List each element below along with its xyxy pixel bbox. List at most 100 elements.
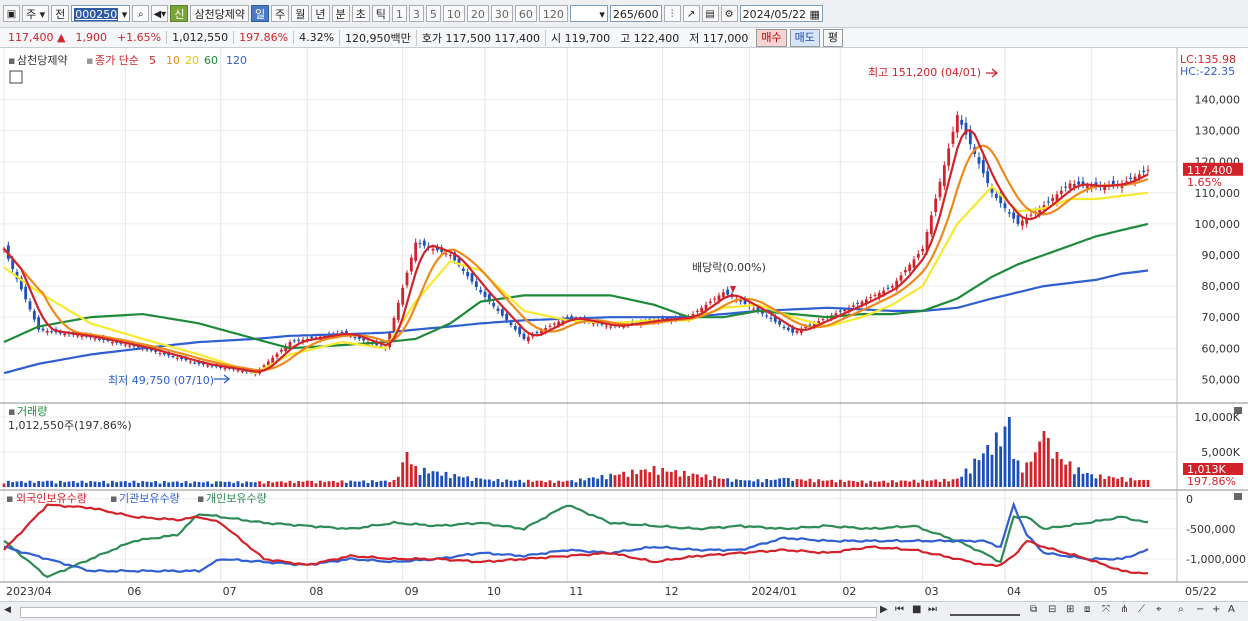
volume-bar [366, 483, 370, 487]
tab-month[interactable]: 월 [291, 5, 310, 22]
volume-bar [323, 482, 327, 487]
volume-bar [275, 481, 279, 487]
minute-option-60[interactable]: 60 [514, 5, 537, 22]
minute-option-10[interactable]: 10 [442, 5, 465, 22]
volume-bar [353, 481, 357, 487]
save-icon[interactable]: ▤ [701, 5, 719, 22]
ruler-icon[interactable]: ⟋ [1138, 604, 1145, 615]
candle-body [513, 326, 517, 330]
candle-body [50, 331, 54, 333]
volume-bar [340, 480, 344, 487]
open-price: 시 119,700 [545, 29, 615, 46]
tab-week[interactable]: 주 [271, 5, 290, 22]
candle-body [908, 264, 912, 272]
volume-bar [388, 482, 392, 487]
volume-bar [15, 481, 19, 487]
gear-icon[interactable]: ⚙ [720, 5, 738, 22]
search-icon[interactable]: ⌕ [132, 5, 150, 22]
legend-dot-icon: ▪ [86, 54, 93, 67]
current-price: 117,400 ▲ [3, 31, 70, 44]
minute-option-3[interactable]: 3 [408, 5, 424, 22]
scroll-left-icon[interactable]: ◀ [4, 605, 11, 615]
zoom-slider[interactable] [950, 604, 1020, 616]
magnet-icon[interactable]: ⋔ [1120, 604, 1128, 615]
candle-body [1012, 212, 1016, 219]
scroll-right-icon[interactable]: ▶ [880, 604, 888, 615]
overlay-icon[interactable]: ⊞ [1066, 604, 1074, 615]
average-button[interactable]: 평 [822, 28, 844, 47]
timeline-scroll-bar: ◀ ▶ ⏮ ■ ⏭ ⧉ ⊟ ⊞ ⧈ ⤧ ⋔ ⟋ ⌖ ⌕ − + A [0, 601, 1248, 621]
volume-bar [1016, 460, 1020, 487]
candle-body [947, 148, 951, 166]
volume-bar [535, 480, 539, 487]
crosshair-icon[interactable]: ⌖ [1156, 604, 1162, 615]
volume-bar [808, 478, 812, 487]
pan-icon[interactable]: ⤧ [1102, 604, 1110, 615]
drawing-tool-icon[interactable]: ↗ [682, 5, 700, 22]
volume-bar [1012, 459, 1016, 487]
volume-bar [6, 480, 10, 487]
tab-tick[interactable]: 틱 [371, 5, 390, 22]
period-unit-select[interactable]: 주 ▾ [22, 5, 50, 22]
minute-option-20[interactable]: 20 [466, 5, 489, 22]
speaker-icon[interactable]: ◀▾ [151, 5, 169, 22]
legend-ma5: 5 [149, 54, 156, 67]
new-badge[interactable]: 신 [170, 5, 189, 22]
volume-bar [1098, 474, 1102, 487]
buy-button[interactable]: 매수 [756, 28, 787, 47]
tab-minute[interactable]: 분 [331, 5, 350, 22]
zoom-out-icon[interactable]: − [1196, 604, 1204, 615]
candle-body [856, 302, 860, 304]
legend-ma10: 10 [166, 54, 180, 67]
legend-foreign-holdings: 외국인보유수량 [16, 492, 87, 505]
candle-type-icon[interactable]: ⫶ [663, 5, 681, 22]
window-menu-icon[interactable]: ▣ [3, 5, 20, 22]
candle-body [903, 270, 907, 273]
minute-option-120[interactable]: 120 [538, 5, 568, 22]
volume-bar [604, 479, 608, 487]
minute-option-30[interactable]: 30 [490, 5, 513, 22]
scroll-track[interactable] [20, 607, 877, 618]
zoom-icon[interactable]: ⌕ [1178, 604, 1184, 615]
candle-body [977, 157, 981, 164]
compare-icon[interactable]: ⧈ [1084, 604, 1090, 615]
candle-body [769, 318, 773, 320]
sell-button[interactable]: 매도 [789, 28, 820, 47]
split-view-icon[interactable]: ⊟ [1048, 604, 1056, 615]
layout-icon[interactable]: ⧉ [1030, 604, 1037, 615]
prev-button[interactable]: 전 [51, 5, 70, 22]
tab-second[interactable]: 초 [351, 5, 370, 22]
stock-chart[interactable]: ▪ 삼천당제약 ▪ 종가 단순 5 10 20 60 120 LC:135.98… [0, 48, 1248, 601]
stop-icon[interactable]: ■ [912, 604, 921, 615]
data-table-icon[interactable] [9, 70, 23, 84]
candle-body [145, 349, 149, 351]
ownership-dot2-icon: ▪ [110, 492, 117, 505]
volume-bar [24, 482, 28, 487]
volume-bar [873, 481, 877, 487]
font-size-icon[interactable]: A [1228, 604, 1235, 615]
custom-interval-select[interactable]: ▾ [569, 5, 608, 22]
zoom-in-icon[interactable]: + [1212, 604, 1220, 615]
fast-forward-icon[interactable]: ⏭ [928, 604, 937, 615]
candle-body [700, 307, 704, 312]
tab-day[interactable]: 일 [251, 5, 270, 22]
open-label: 시 [551, 31, 562, 45]
volume-bar [1085, 473, 1089, 487]
minute-option-1[interactable]: 1 [391, 5, 407, 22]
x-end-label: 05/22 [1185, 585, 1217, 598]
candle-body [236, 370, 240, 372]
volume-bar [405, 452, 409, 487]
minute-option-5[interactable]: 5 [425, 5, 441, 22]
volume-bar [626, 476, 630, 487]
x-tick-label: 2024/01 [751, 585, 797, 598]
annotation-low: 최저 49,750 (07/10) [108, 374, 214, 387]
tab-year[interactable]: 년 [311, 5, 330, 22]
rewind-icon[interactable]: ⏮ [895, 604, 904, 615]
volume-bar [379, 480, 383, 487]
volume-bar [1046, 438, 1050, 487]
date-field[interactable]: 2024/05/22 ▦ [739, 5, 823, 22]
bar-count-field[interactable]: 265/600 [609, 5, 662, 22]
ownership-close-icon[interactable] [1234, 493, 1242, 500]
volume-bar [110, 480, 114, 487]
stock-code-input[interactable]: 000250 ▾ [71, 5, 131, 22]
